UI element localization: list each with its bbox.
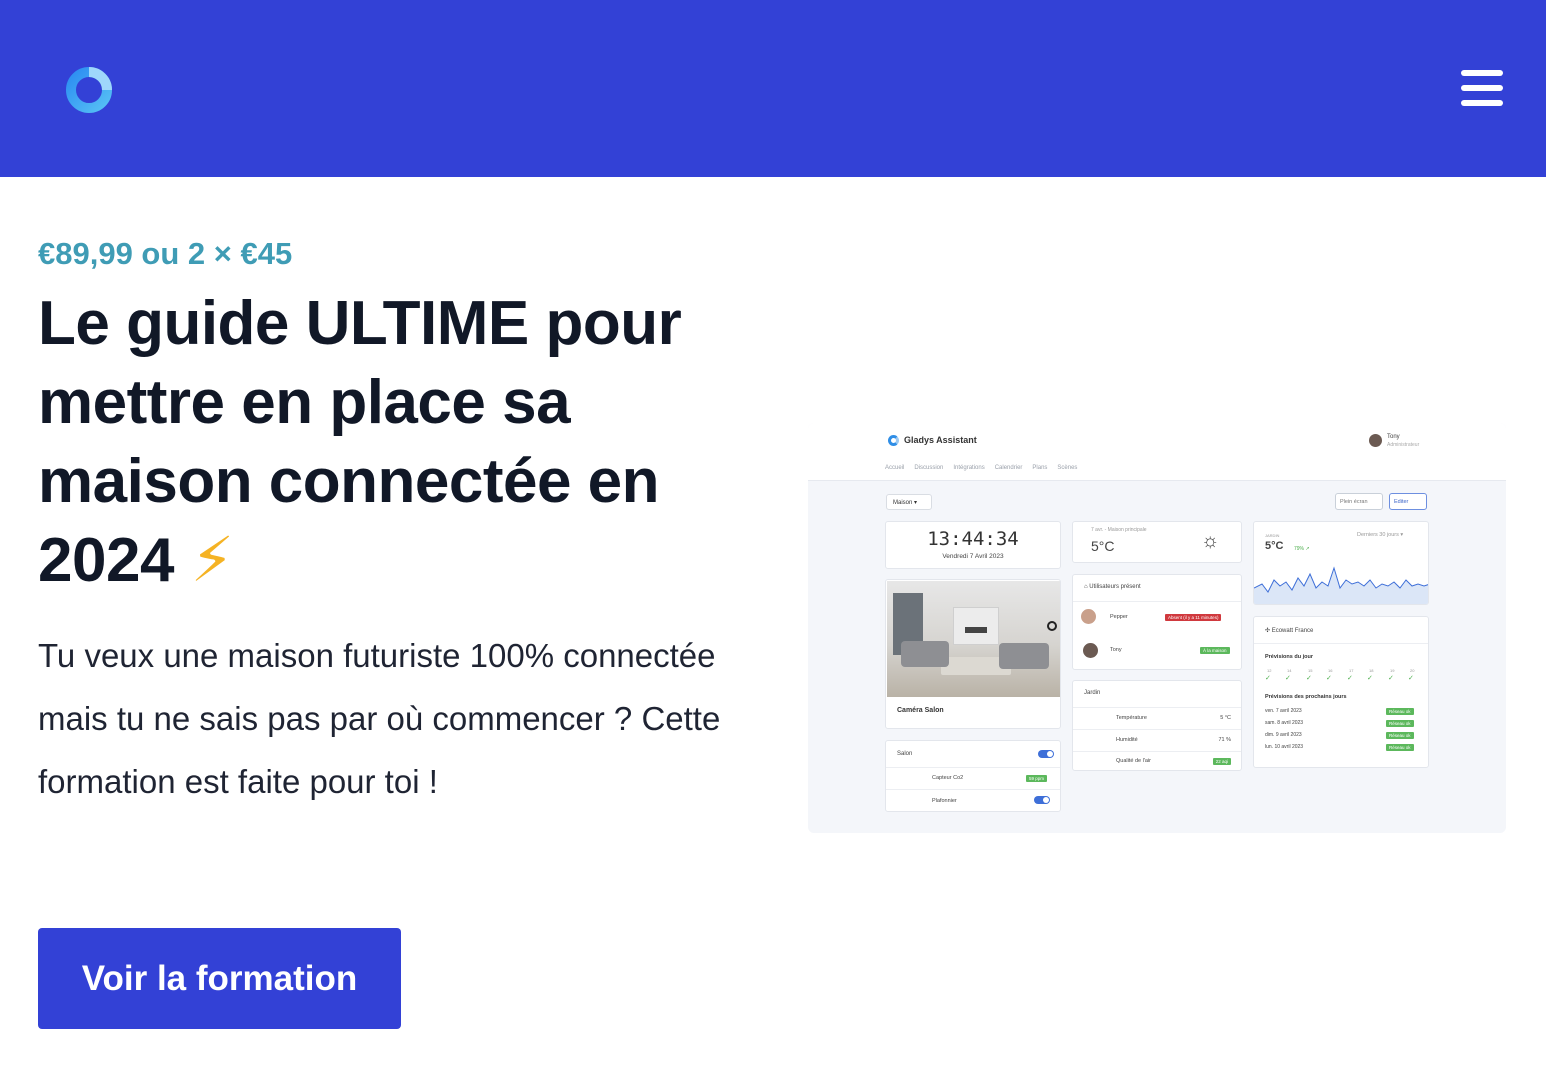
status-badge: Réseau ok <box>1386 732 1414 739</box>
nav-item-maps: Plans <box>1032 465 1048 471</box>
hamburger-menu-icon[interactable] <box>1458 68 1506 110</box>
camera-image <box>887 581 1060 697</box>
list-item: Qualité de l'air 22 aqi <box>1073 751 1241 771</box>
chart-caption: JARDIN <box>1265 533 1280 538</box>
dashboard-nav: Accueil Discussion Intégrations Calendri… <box>885 465 1077 471</box>
chart-delta: 79% ↗ <box>1294 546 1310 552</box>
avatar <box>1369 434 1382 447</box>
view-course-button[interactable]: Voir la formation <box>38 928 401 1029</box>
check-icon: ✓ <box>1326 675 1332 682</box>
check-icon: ✓ <box>1408 675 1414 682</box>
forecast-day-title: Prévisions du jour <box>1265 654 1313 660</box>
list-item: Plafonnier <box>886 789 1060 811</box>
nav-item-integrations: Intégrations <box>953 465 985 471</box>
ecowatt-title: ✣ Ecowatt France <box>1265 628 1314 634</box>
clock-card: 13:44:34 Vendredi 7 Avril 2023 <box>885 521 1061 569</box>
garden-title: Jardin <box>1084 690 1101 696</box>
chart-period: Derniers 30 jours ▾ <box>1357 532 1404 538</box>
weather-card: 7 avr. - Maison principale 5°C ☼ <box>1072 521 1242 563</box>
edit-button: Editer <box>1389 493 1427 510</box>
hero-description: Tu veux une maison futuriste 100% connec… <box>38 637 721 800</box>
check-icon: ✓ <box>1367 675 1373 682</box>
nav-item-home: Accueil <box>885 465 905 471</box>
dashboard-user: Tony Administrateur <box>1387 433 1419 449</box>
list-item: Humidité 71 % <box>1073 729 1241 751</box>
nav-item-calendar: Calendrier <box>994 465 1023 471</box>
ecowatt-card: ✣ Ecowatt France Prévisions du jour 12 1… <box>1253 616 1429 768</box>
camera-card: Caméra Salon <box>885 579 1061 729</box>
nav-item-scenes: Scènes <box>1057 465 1078 471</box>
lightning-icon: ⚡ <box>190 526 235 595</box>
sun-icon: ☼ <box>1201 530 1220 552</box>
list-item: Capteur Co2 59 ppm <box>886 767 1060 789</box>
status-badge: Réseau ok <box>1386 708 1414 715</box>
house-select: Maison ▾ <box>886 494 932 510</box>
salon-title: Salon <box>897 751 913 757</box>
headline-text: Le guide ULTIME pour mettre en place sa … <box>38 289 682 595</box>
check-icon: ✓ <box>1347 675 1353 682</box>
list-item: Tony À la maison <box>1073 635 1241 669</box>
status-badge: 22 aqi <box>1212 758 1231 765</box>
avatar <box>1083 643 1098 658</box>
status-badge: Absent (il y a 11 minutes) <box>1165 614 1222 621</box>
light-toggle <box>1034 796 1050 804</box>
weather-temperature: 5°C <box>1091 538 1115 554</box>
salon-card: Salon Capteur Co2 59 ppm Plafonnier <box>885 740 1061 812</box>
page-title: Le guide ULTIME pour mettre en place sa … <box>38 284 758 600</box>
check-icon: ✓ <box>1388 675 1394 682</box>
sparkline-chart <box>1254 566 1428 604</box>
users-card: ⌂ Utilisateurs présent Pepper Absent (il… <box>1072 574 1242 670</box>
garden-card: Jardin Température 5 °C Humidité 71 % Qu… <box>1072 680 1242 771</box>
forecast-next-title: Prévisions des prochains jours <box>1265 694 1347 700</box>
status-badge: 59 ppm <box>1026 775 1048 782</box>
weather-caption: 7 avr. - Maison principale <box>1091 527 1147 533</box>
nav-item-chat: Discussion <box>914 465 944 471</box>
camera-label: Caméra Salon <box>897 707 944 714</box>
users-title: ⌂ Utilisateurs présent <box>1084 584 1141 590</box>
price-label: €89,99 ou 2 × €45 <box>38 236 293 271</box>
user-name: Tony <box>1387 434 1400 440</box>
status-badge: À la maison <box>1200 647 1230 654</box>
dashboard-brand: Gladys Assistant <box>904 435 977 445</box>
clock-time: 13:44:34 <box>927 528 1019 550</box>
check-icon: ✓ <box>1285 675 1291 682</box>
list-item: Pepper Absent (il y a 11 minutes) <box>1073 601 1241 635</box>
clock-date: Vendredi 7 Avril 2023 <box>942 553 1004 560</box>
dashboard-header: Gladys Assistant Tony Administrateur Acc… <box>808 423 1506 481</box>
user-role: Administrateur <box>1387 442 1420 448</box>
salon-toggle <box>1038 750 1054 758</box>
check-icon: ✓ <box>1265 675 1271 682</box>
status-badge: Réseau ok <box>1386 744 1414 751</box>
top-navigation-bar <box>0 0 1546 177</box>
avatar <box>1081 609 1096 624</box>
dashboard-preview-image: Gladys Assistant Tony Administrateur Acc… <box>808 423 1506 833</box>
fullscreen-button: Plein écran <box>1335 493 1383 510</box>
temperature-chart-card: JARDIN Derniers 30 jours ▾ 5°C 79% ↗ <box>1253 521 1429 605</box>
chart-temperature: 5°C <box>1265 540 1284 552</box>
gladys-logo-icon[interactable] <box>62 63 116 117</box>
status-badge: Réseau ok <box>1386 720 1414 727</box>
list-item: Température 5 °C <box>1073 707 1241 729</box>
gladys-small-logo-icon <box>888 435 899 446</box>
check-icon: ✓ <box>1306 675 1312 682</box>
